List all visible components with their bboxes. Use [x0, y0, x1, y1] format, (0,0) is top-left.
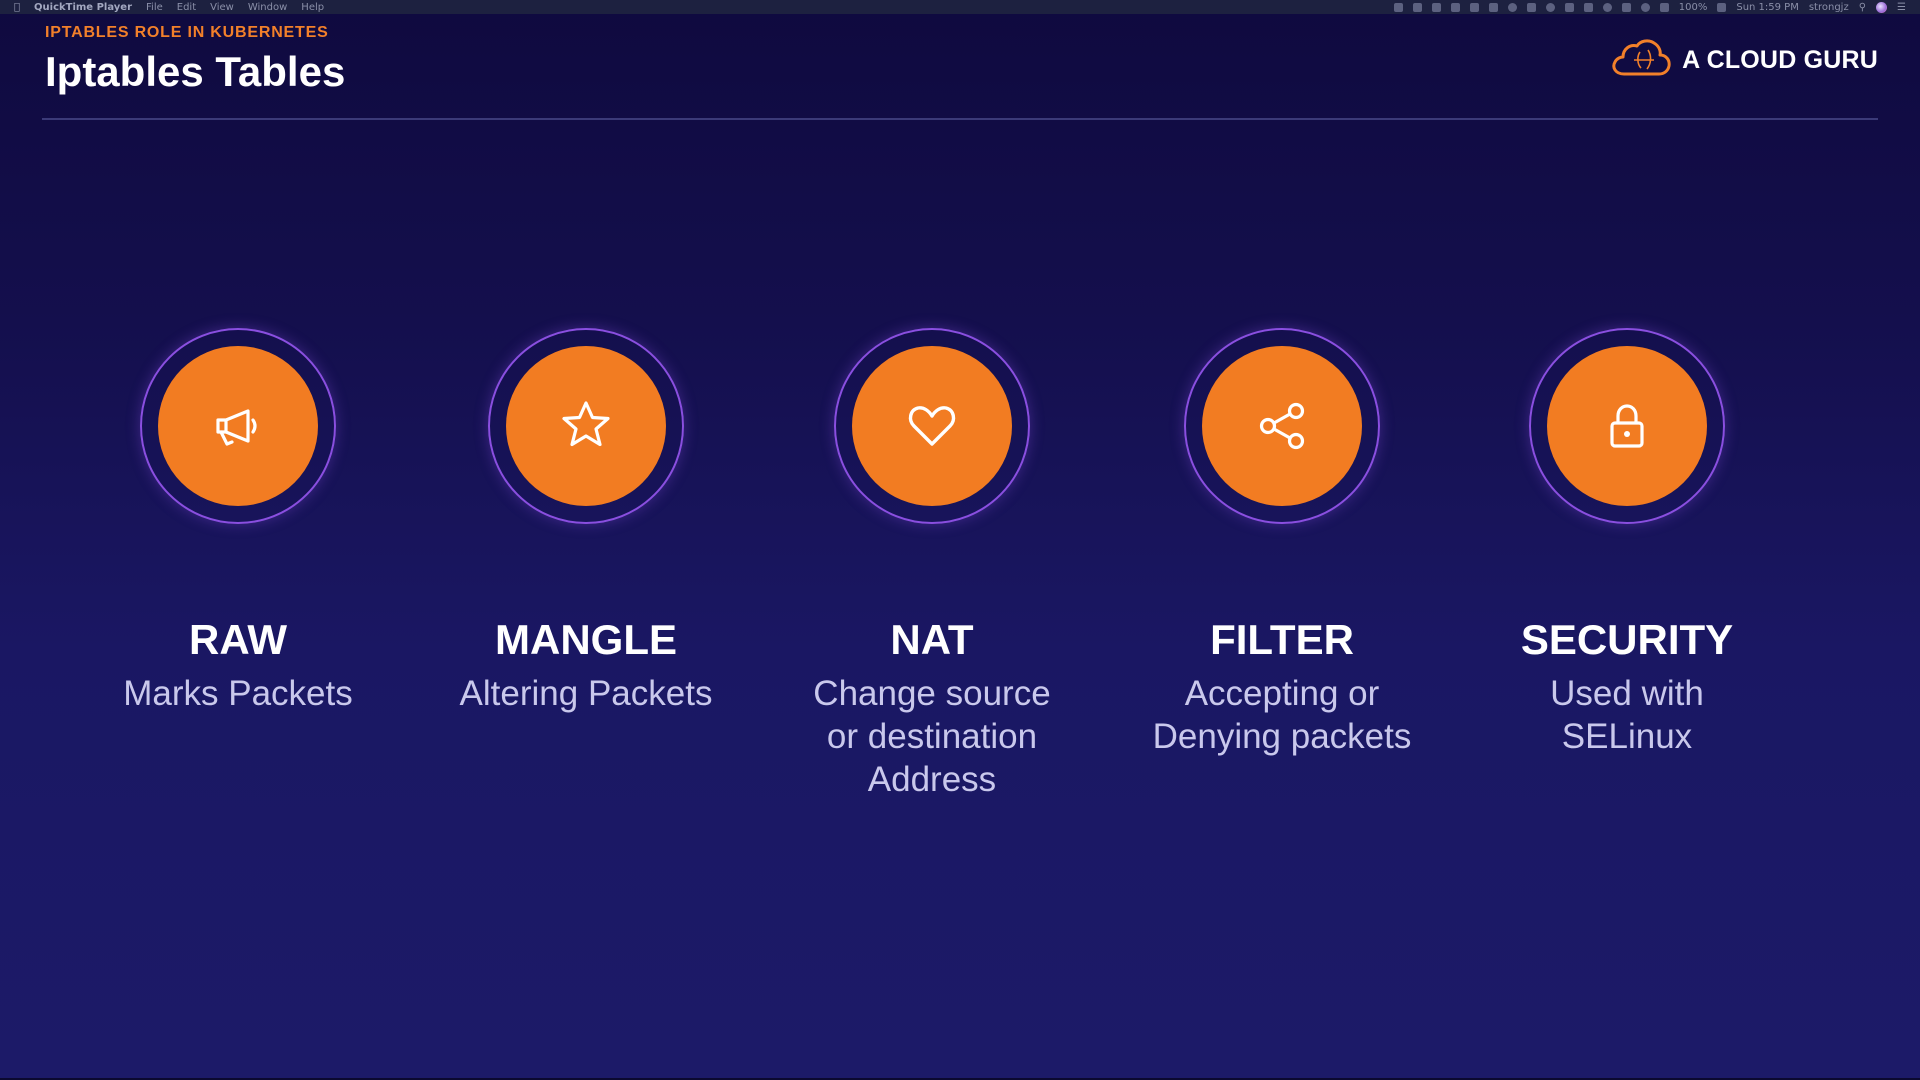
icon-disc — [506, 346, 666, 506]
icon-ring — [1184, 328, 1380, 524]
apple-menu-icon[interactable]:  — [14, 2, 20, 13]
card-description: Marks Packets — [123, 674, 353, 713]
presentation-screen:  QuickTime Player File Edit View Window… — [0, 0, 1920, 1080]
chat-icon[interactable] — [1488, 2, 1498, 12]
icon-disc — [1202, 346, 1362, 506]
bluetooth-icon[interactable] — [1621, 2, 1631, 12]
card-filter: FILTER Accepting or Denying packets — [1122, 328, 1442, 758]
menu-window[interactable]: Window — [248, 2, 287, 13]
menu-edit[interactable]: Edit — [177, 2, 196, 13]
iptables-tables-row: RAW Marks Packets MANGLE Altering Packet… — [0, 328, 1920, 848]
display-icon[interactable] — [1583, 2, 1593, 12]
card-title: RAW — [189, 616, 287, 663]
icon-ring — [488, 328, 684, 524]
card-raw: RAW Marks Packets — [78, 328, 398, 715]
icon-disc — [158, 346, 318, 506]
menu-help[interactable]: Help — [301, 2, 324, 13]
menu-bar:  QuickTime Player File Edit View Window… — [0, 0, 1920, 14]
brand-logo: A CLOUD GURU — [1610, 38, 1878, 83]
card-security: SECURITY Used with SELinux — [1467, 328, 1787, 758]
icon-disc — [1547, 346, 1707, 506]
notification-center-icon[interactable]: ☰ — [1897, 2, 1906, 13]
siri-icon[interactable] — [1876, 1, 1888, 13]
icon-disc — [852, 346, 1012, 506]
docker-icon[interactable] — [1450, 2, 1460, 12]
star-icon — [562, 401, 610, 447]
font-tool-icon[interactable] — [1412, 2, 1422, 12]
dropbox-icon[interactable] — [1431, 2, 1441, 12]
card-title: NAT — [890, 616, 974, 663]
megaphone-icon — [216, 409, 257, 446]
screen-record-icon[interactable] — [1393, 2, 1403, 12]
mail-icon[interactable] — [1469, 2, 1479, 12]
menu-file[interactable]: File — [146, 2, 163, 13]
card-description: Used with SELinux — [1550, 674, 1704, 756]
card-title: MANGLE — [495, 616, 677, 663]
header-divider — [42, 118, 1878, 120]
icon-ring — [1529, 328, 1725, 524]
icon-ring — [140, 328, 336, 524]
slide-kicker: IPTABLES ROLE IN KUBERNETES — [45, 24, 329, 41]
wifi-icon[interactable] — [1640, 2, 1650, 12]
spotlight-icon[interactable]: ⚲ — [1859, 2, 1866, 13]
lock-icon — [1610, 404, 1644, 448]
card-nat: NAT Change source or destination Address — [772, 328, 1092, 801]
card-title: FILTER — [1210, 616, 1354, 663]
infinity-icon[interactable] — [1564, 2, 1574, 12]
card-description: Change source or destination Address — [813, 674, 1051, 799]
card-mangle: MANGLE Altering Packets — [426, 328, 746, 715]
card-description: Accepting or Denying packets — [1152, 674, 1412, 756]
time-machine-icon[interactable] — [1602, 2, 1612, 12]
heart-icon — [908, 406, 956, 446]
app-menu[interactable]: QuickTime Player — [34, 2, 132, 13]
card-description: Altering Packets — [459, 674, 713, 713]
card-title: SECURITY — [1520, 616, 1734, 663]
menu-view[interactable]: View — [210, 2, 234, 13]
icon-ring — [834, 328, 1030, 524]
menubar-user[interactable]: strongjz — [1809, 2, 1849, 13]
slide-title: Iptables Tables — [45, 48, 346, 95]
share-icon — [1259, 402, 1305, 450]
cloud-logo-icon — [1610, 38, 1672, 83]
menubar-clock[interactable]: Sun 1:59 PM — [1736, 2, 1799, 13]
battery-percent: 100% — [1678, 1, 1708, 13]
app-tray-icon[interactable] — [1526, 2, 1536, 12]
volume-icon[interactable] — [1659, 2, 1669, 12]
vpn-icon[interactable] — [1507, 2, 1517, 12]
cloud-icon[interactable] — [1545, 2, 1555, 12]
battery-icon[interactable] — [1717, 2, 1727, 12]
brand-name: A CLOUD GURU — [1682, 46, 1878, 74]
